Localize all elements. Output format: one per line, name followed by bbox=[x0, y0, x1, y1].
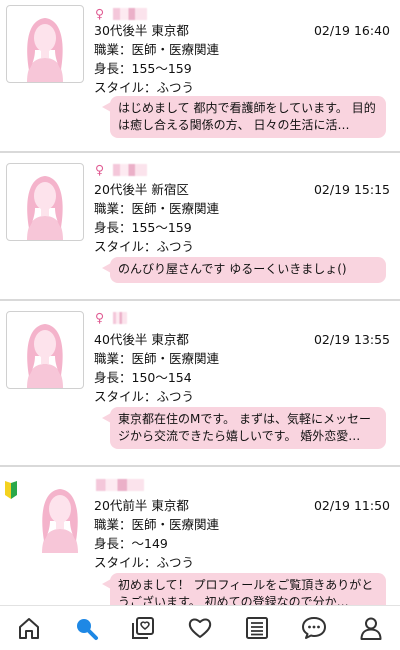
avatar-silhouette-icon bbox=[27, 176, 63, 240]
message-text: はじめまして 都内で看護師をしています。 目的は癒し合える関係の方、 日々の生活… bbox=[118, 101, 376, 132]
profile-card[interactable]: ♀ 30代後半 東京都 02/19 16:40 職業：医師・医療関連 身長：15… bbox=[0, 0, 400, 153]
gender-female-icon: ♀ bbox=[95, 6, 105, 21]
profile-card[interactable]: ♀ 40代後半 東京都 02/19 13:55 職業：医師・医療関連 身長：15… bbox=[0, 301, 400, 467]
job: 職業：医師・医療関連 bbox=[94, 517, 220, 532]
search-icon bbox=[76, 619, 98, 640]
message-bubble[interactable]: 東京都在住のMです。 まずは、気軽にメッセージから交流できたら嬉しいです。 婚外… bbox=[102, 407, 386, 449]
nav-likes[interactable] bbox=[180, 608, 220, 648]
style: スタイル：ふつう bbox=[94, 389, 195, 404]
age-area: 20代前半 東京都 bbox=[94, 498, 189, 513]
avatar[interactable] bbox=[22, 477, 98, 553]
blurred-name bbox=[113, 312, 127, 324]
job: 職業：医師・医療関連 bbox=[94, 42, 220, 57]
age-area: 20代後半 新宿区 bbox=[94, 182, 189, 197]
avatar-silhouette-icon bbox=[27, 18, 63, 82]
profile-card[interactable]: ♀ 20代後半 新宿区 02/19 15:15 職業：医師・医療関連 身長：15… bbox=[0, 153, 400, 301]
board-icon bbox=[246, 617, 269, 639]
height: 身長：155〜159 bbox=[94, 220, 192, 235]
avatar[interactable] bbox=[6, 5, 84, 83]
beginner-mark-icon bbox=[5, 481, 17, 499]
message-text: 東京都在住のMです。 まずは、気軽にメッセージから交流できたら嬉しいです。 婚外… bbox=[118, 412, 371, 443]
post-date: 02/19 15:15 bbox=[313, 182, 390, 197]
nav-chat[interactable] bbox=[294, 608, 334, 648]
home-icon bbox=[18, 618, 39, 639]
age-area: 40代後半 東京都 bbox=[94, 332, 189, 347]
profile-card[interactable]: 20代前半 東京都 02/19 11:50 職業：医師・医療関連 身長：〜149… bbox=[0, 467, 400, 617]
post-date: 02/19 16:40 bbox=[313, 23, 390, 38]
gender-female-icon: ♀ bbox=[95, 162, 105, 177]
profile-list: ♀ 30代後半 東京都 02/19 16:40 職業：医師・医療関連 身長：15… bbox=[0, 0, 400, 617]
style: スタイル：ふつう bbox=[94, 239, 195, 254]
height: 身長：155〜159 bbox=[94, 61, 192, 76]
nav-home[interactable] bbox=[9, 608, 49, 648]
style: スタイル：ふつう bbox=[94, 555, 195, 570]
age-area: 30代後半 東京都 bbox=[94, 23, 189, 38]
post-date: 02/19 13:55 bbox=[313, 332, 390, 347]
nav-mypage[interactable] bbox=[351, 608, 391, 648]
avatar[interactable] bbox=[6, 311, 84, 389]
photo-gallery-icon bbox=[131, 617, 154, 639]
post-date: 02/19 11:50 bbox=[313, 498, 390, 513]
blurred-name bbox=[96, 479, 144, 491]
avatar-silhouette-icon bbox=[27, 324, 63, 388]
style: スタイル：ふつう bbox=[94, 80, 195, 95]
profile-icon bbox=[360, 617, 382, 640]
gender-female-icon: ♀ bbox=[95, 310, 105, 325]
nav-search[interactable] bbox=[66, 608, 106, 648]
message-bubble[interactable]: はじめまして 都内で看護師をしています。 目的は癒し合える関係の方、 日々の生活… bbox=[102, 96, 386, 138]
message-text: のんびり屋さんです ゆるーくいきましょ() bbox=[118, 262, 347, 276]
job: 職業：医師・医療関連 bbox=[94, 201, 220, 216]
avatar[interactable] bbox=[6, 163, 84, 241]
avatar-silhouette-icon bbox=[42, 489, 78, 553]
height: 身長：150〜154 bbox=[94, 370, 192, 385]
job: 職業：医師・医療関連 bbox=[94, 351, 220, 366]
chat-icon bbox=[302, 617, 327, 639]
nav-gallery[interactable] bbox=[123, 608, 163, 648]
blurred-name bbox=[113, 164, 147, 176]
nav-board[interactable] bbox=[237, 608, 277, 648]
message-bubble[interactable]: のんびり屋さんです ゆるーくいきましょ() bbox=[102, 257, 386, 283]
height: 身長：〜149 bbox=[94, 536, 168, 551]
heart-icon bbox=[188, 618, 212, 638]
bottom-navigation bbox=[0, 605, 400, 650]
blurred-name bbox=[113, 8, 147, 20]
